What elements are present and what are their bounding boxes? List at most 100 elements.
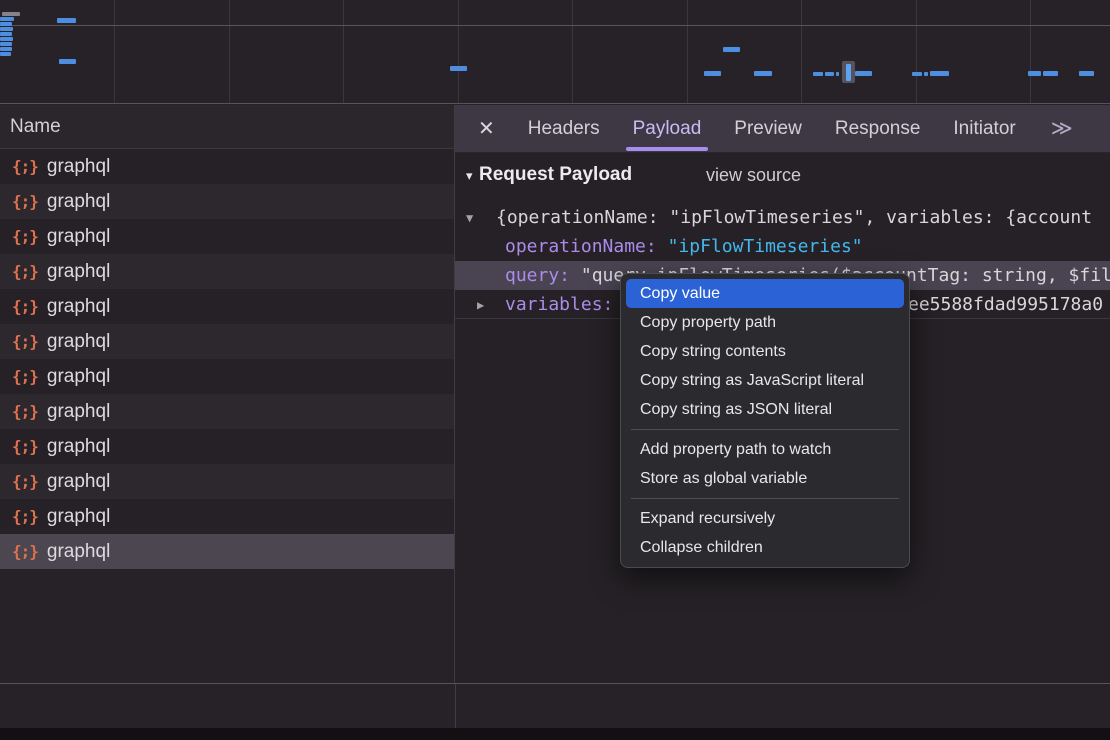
json-key: variables: (505, 290, 613, 319)
timeline-request-bar (825, 72, 834, 76)
json-request-icon: {;} (12, 507, 38, 526)
timeline-request-bar (723, 47, 740, 52)
menu-item-collapse-children[interactable]: Collapse children (621, 533, 909, 562)
request-row[interactable]: {;}graphql (0, 359, 454, 394)
menu-item-copy-property-path[interactable]: Copy property path (621, 308, 909, 337)
request-row[interactable]: {;} graphql (0, 219, 454, 254)
requests-pane: Name {;} graphql {;} graphql {;} graphql {;} gr… (0, 105, 455, 683)
json-request-icon: {;} (12, 402, 38, 421)
json-request-icon: {;} (12, 472, 38, 491)
tree-root-row[interactable]: ▼ {operationName: "ipFlowTimeseries", va… (455, 203, 1110, 232)
request-row[interactable]: {;} graphql (0, 324, 454, 359)
timeline-request-bar (0, 32, 12, 36)
request-name: graphql (47, 226, 110, 248)
request-row[interactable]: {;} graphql (0, 464, 454, 499)
json-request-icon: {;} (12, 192, 38, 211)
menu-item-expand-recursively[interactable]: Expand recursively (621, 504, 909, 533)
timeline-request-bar (1079, 71, 1094, 76)
network-main-area: Name {;} graphql {;} graphql {;} graphql {;} gr… (0, 105, 1110, 683)
json-request-icon: {;} (12, 262, 38, 281)
tab-response[interactable]: Response (835, 105, 921, 153)
tab-preview[interactable]: Preview (734, 105, 802, 153)
menu-item-store-as-global-variable[interactable]: Store as global variable (621, 464, 909, 493)
json-request-icon: {;} (12, 227, 38, 246)
json-request-icon: {;} (12, 542, 38, 561)
timeline-gridline (1030, 0, 1031, 103)
timeline-request-bar (813, 72, 823, 76)
timeline-gridline (572, 0, 573, 103)
tab-payload[interactable]: Payload (633, 105, 702, 153)
tree-row-operation-name[interactable]: operationName: "ipFlowTimeseries" (455, 232, 1110, 261)
close-icon[interactable]: ✕ (478, 119, 495, 139)
request-row[interactable]: {;}graphql (0, 149, 454, 184)
tab-overflow-icon[interactable]: ≫ (1051, 116, 1073, 141)
request-row[interactable]: {;}graphql (0, 429, 454, 464)
request-row[interactable]: {;}graphql (0, 289, 454, 324)
timeline-request-bar (0, 27, 13, 31)
timeline-request-bar (0, 17, 14, 21)
timeline-gridline (458, 0, 459, 103)
timeline-request-bar (704, 71, 721, 76)
menu-divider (631, 429, 899, 430)
timeline-gridline (229, 0, 230, 103)
timeline-request-bar (2, 12, 20, 16)
expand-arrow-icon[interactable]: ▼ (466, 204, 473, 232)
request-payload-section-header[interactable]: ▾ Request Payload view source (455, 163, 1110, 193)
collapse-arrow-icon: ▾ (466, 168, 473, 184)
request-name: graphql (47, 261, 110, 283)
timeline-request-bar (1043, 71, 1058, 76)
expand-arrow-icon[interactable]: ▶ (477, 291, 484, 319)
request-row[interactable]: {;} graphql (0, 394, 454, 429)
request-name: graphql (47, 471, 110, 493)
menu-item-copy-string-as-javascript-literal[interactable]: Copy string as JavaScript literal (621, 366, 909, 395)
timeline-gridline (114, 0, 115, 103)
request-name: graphql (47, 191, 110, 213)
timeline-request-bar (754, 71, 772, 76)
column-header-label: Name (10, 116, 61, 138)
window-bottom-edge (0, 728, 1110, 740)
timeline-request-bar (912, 72, 922, 76)
request-row[interactable]: {;} graphql (0, 254, 454, 289)
timeline-request-bar (0, 42, 12, 46)
timeline-gridline (0, 25, 1110, 26)
request-row[interactable]: {;} graphql (0, 184, 454, 219)
timeline-request-bar (0, 47, 12, 51)
request-name: graphql (47, 401, 110, 423)
timeline-hover-marker-bar (846, 64, 851, 81)
json-key: operationName: (505, 236, 657, 257)
context-menu: Copy valueCopy property pathCopy string … (620, 273, 910, 568)
timeline-request-bar (1028, 71, 1041, 76)
timeline-gridline (687, 0, 688, 103)
menu-item-add-property-path-to-watch[interactable]: Add property path to watch (621, 435, 909, 464)
request-row[interactable]: {;} graphql (0, 534, 454, 569)
timeline-request-bar (855, 71, 872, 76)
view-source-link[interactable]: view source (706, 165, 801, 186)
timeline-gridline (801, 0, 802, 103)
network-overview-timeline[interactable] (0, 0, 1110, 104)
json-request-icon: {;} (12, 297, 38, 316)
menu-divider (631, 498, 899, 499)
request-name: graphql (47, 436, 110, 458)
request-row[interactable]: {;}graphql (0, 499, 454, 534)
variables-preview-tail: ee5588fdad995178a0 (908, 290, 1103, 319)
json-key: query: (505, 265, 570, 286)
timeline-request-bar (57, 18, 76, 23)
timeline-request-bar (924, 72, 928, 76)
detail-tabbar: ✕ Headers Payload Preview Response Initiator… (455, 105, 1110, 153)
json-string-value: "ipFlowTimeseries" (668, 236, 863, 257)
timeline-request-bar (930, 71, 949, 76)
tab-initiator[interactable]: Initiator (953, 105, 1015, 153)
request-name: graphql (47, 366, 110, 388)
devtools-network-panel: Name {;} graphql {;} graphql {;} graphql {;} gr… (0, 0, 1110, 740)
menu-item-copy-value[interactable]: Copy value (626, 279, 904, 308)
request-name: graphql (47, 156, 110, 178)
json-request-icon: {;} (12, 332, 38, 351)
column-header-name[interactable]: Name (0, 105, 454, 149)
timeline-request-bar (450, 66, 467, 71)
request-name: graphql (47, 331, 110, 353)
section-title: Request Payload (479, 164, 632, 186)
menu-item-copy-string-as-json-literal[interactable]: Copy string as JSON literal (621, 395, 909, 424)
tab-headers[interactable]: Headers (528, 105, 600, 153)
menu-item-copy-string-contents[interactable]: Copy string contents (621, 337, 909, 366)
request-name: graphql (47, 541, 110, 563)
